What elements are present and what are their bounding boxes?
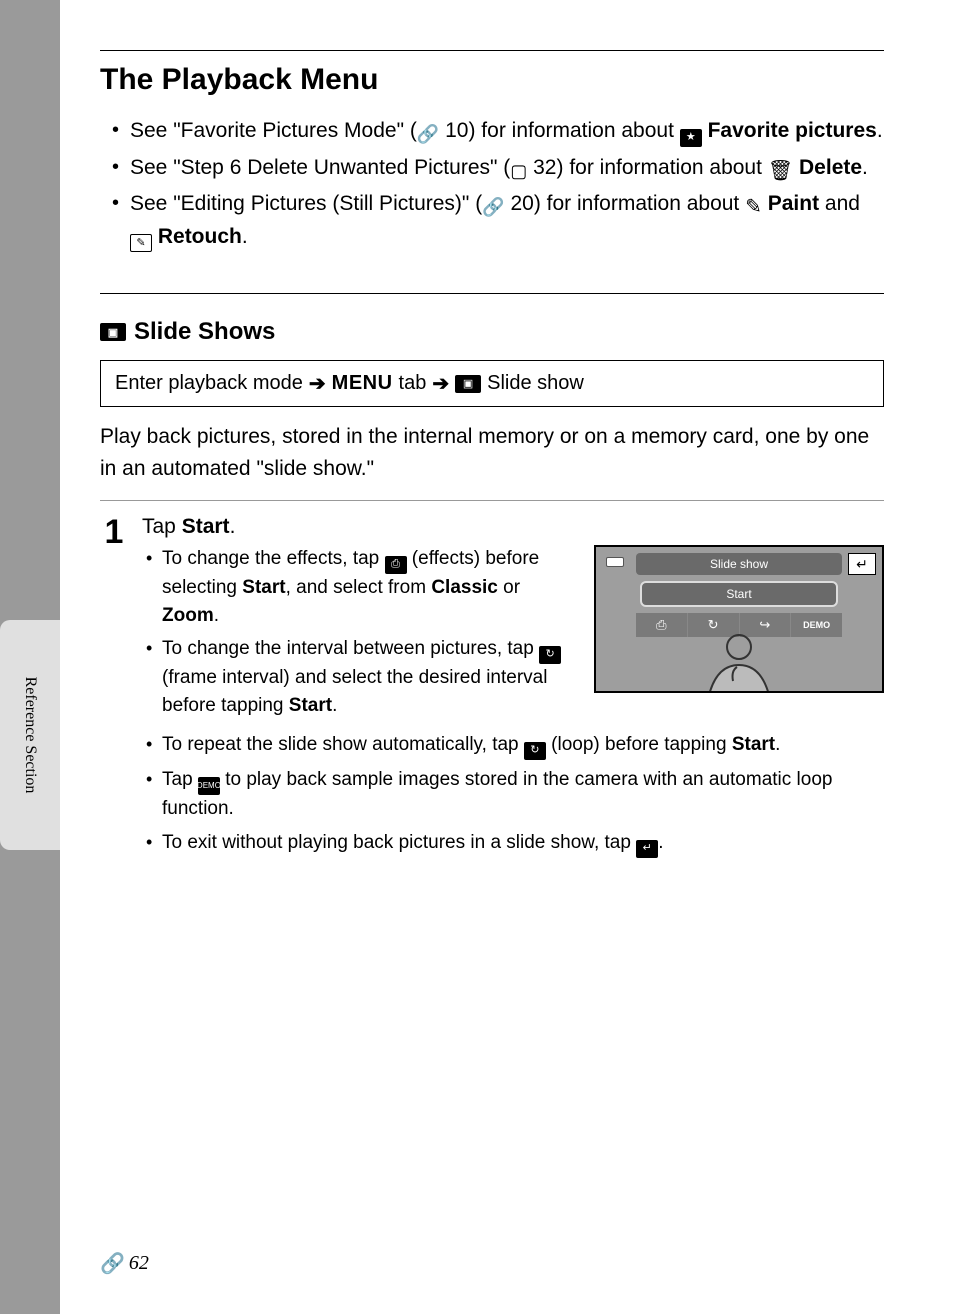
screen-start-button: Start — [640, 581, 838, 607]
trash-icon: 🗑 — [768, 162, 793, 180]
step-sub-bullets: To change the effects, tap ⎙ (effects) b… — [142, 545, 578, 719]
side-tab: Reference Section — [0, 620, 60, 850]
text: Zoom — [162, 605, 214, 626]
text: See "Editing Pictures (Still Pictures)" … — [130, 192, 482, 215]
text: To exit without playing back pictures in… — [162, 832, 636, 853]
step-title: Tap Start. — [142, 515, 884, 539]
text: Tap — [142, 515, 182, 538]
text: . — [242, 225, 248, 248]
nav-step: tab — [399, 372, 427, 395]
text: and — [819, 192, 860, 215]
back-icon: ↵ — [848, 553, 876, 575]
text: Tap — [162, 769, 198, 790]
text: . — [775, 734, 780, 755]
pencil-icon: ✎ — [745, 199, 762, 217]
bullet-delete: See "Step 6 Delete Unwanted Pictures" (▢… — [130, 152, 884, 185]
text: . — [658, 832, 663, 853]
text: See "Favorite Pictures Mode" ( — [130, 119, 417, 142]
bullet-paint-retouch: See "Editing Pictures (Still Pictures)" … — [130, 188, 884, 253]
page-number: 🔗62 — [100, 1251, 149, 1276]
ref-num: 10 — [439, 119, 468, 142]
top-rule — [100, 50, 884, 51]
slideshow-icon: ▣ — [455, 375, 481, 393]
text: . — [877, 119, 883, 142]
ref-num: 32 — [527, 156, 556, 179]
arrow-icon: ➔ — [309, 371, 326, 396]
feature-name: Paint — [768, 192, 819, 215]
feature-name: Favorite pictures — [708, 119, 877, 142]
camera-indicator-icon — [606, 557, 624, 567]
ref-icon: 🔗 — [100, 1251, 125, 1276]
nav-step: Enter playback mode — [115, 372, 303, 395]
text: (frame interval) and select the desired … — [162, 667, 547, 716]
page-title: The Playback Menu — [100, 63, 884, 97]
text: . — [214, 605, 219, 626]
menu-label: MENU — [332, 372, 393, 395]
sub-bullet: To change the effects, tap ⎙ (effects) b… — [162, 545, 578, 629]
manual-page: The Playback Menu See "Favorite Pictures… — [60, 0, 954, 1314]
subhead-text: Slide Shows — [134, 318, 275, 346]
text: , and select from — [286, 577, 432, 598]
ref-icon: 🔗 — [482, 194, 504, 212]
feature-name: Delete — [799, 156, 862, 179]
camera-screen-illustration: Slide show ↵ Start ⎙ ↻ ↪ DEMO — [594, 545, 884, 693]
arrow-icon: ➔ — [432, 371, 449, 396]
text: . — [230, 515, 236, 538]
ref-num: 20 — [505, 192, 534, 215]
sub-bullet: To repeat the slide show automatically, … — [162, 731, 884, 760]
step-number: 1 — [100, 515, 128, 549]
book-icon: ▢ — [510, 162, 527, 180]
intro-text: Play back pictures, stored in the intern… — [100, 421, 884, 484]
nav-step: Slide show — [487, 372, 584, 395]
back-icon: ↵ — [636, 840, 658, 858]
text: To repeat the slide show automatically, … — [162, 734, 524, 755]
thin-rule — [100, 500, 884, 501]
retouch-icon: ✎ — [130, 234, 152, 252]
text: Classic — [431, 577, 498, 598]
sub-bullet: To exit without playing back pictures in… — [162, 829, 884, 858]
text: To change the effects, tap — [162, 548, 385, 569]
text: ) for information about — [557, 156, 768, 179]
page-number-value: 62 — [129, 1252, 149, 1275]
demo-icon: DEMO — [198, 777, 220, 795]
text: . — [862, 156, 868, 179]
sub-bullet: To change the interval between pictures,… — [162, 635, 578, 719]
star-icon: ★ — [680, 129, 702, 147]
interval-icon: ↻ — [539, 646, 561, 664]
side-tab-label: Reference Section — [21, 677, 39, 794]
slideshow-icon: ▣ — [100, 323, 126, 341]
text: ) for information about — [534, 192, 745, 215]
text: (loop) before tapping — [546, 734, 732, 755]
person-illustration — [679, 627, 799, 693]
ref-icon: 🔗 — [417, 121, 439, 139]
text: ) for information about — [468, 119, 679, 142]
screen-title: Slide show — [636, 553, 842, 575]
step-1: 1 Tap Start. To change the effects, tap … — [100, 515, 884, 863]
effects-icon: ⎙ — [385, 556, 407, 574]
feature-name: Retouch — [158, 225, 242, 248]
sub-bullet: Tap DEMO to play back sample images stor… — [162, 766, 884, 822]
text: Start — [182, 515, 230, 538]
loop-icon: ↻ — [524, 742, 546, 760]
text: See "Step 6 Delete Unwanted Pictures" ( — [130, 156, 510, 179]
step-body: Tap Start. To change the effects, tap ⎙ … — [142, 515, 884, 863]
text: . — [332, 695, 337, 716]
text: Start — [732, 734, 775, 755]
step-sub-bullets-full: To repeat the slide show automatically, … — [142, 731, 884, 857]
text: or — [498, 577, 520, 598]
section-rule — [100, 293, 884, 294]
text: To change the interval between pictures,… — [162, 638, 539, 659]
slide-shows-heading: ▣ Slide Shows — [100, 318, 884, 346]
text: to play back sample images stored in the… — [162, 769, 832, 819]
text: Start — [242, 577, 285, 598]
nav-path: Enter playback mode ➔ MENU tab ➔ ▣ Slide… — [100, 360, 884, 407]
bullet-favorite: See "Favorite Pictures Mode" (🔗 10) for … — [130, 115, 884, 148]
top-bullet-list: See "Favorite Pictures Mode" (🔗 10) for … — [100, 115, 884, 253]
text: Start — [289, 695, 332, 716]
